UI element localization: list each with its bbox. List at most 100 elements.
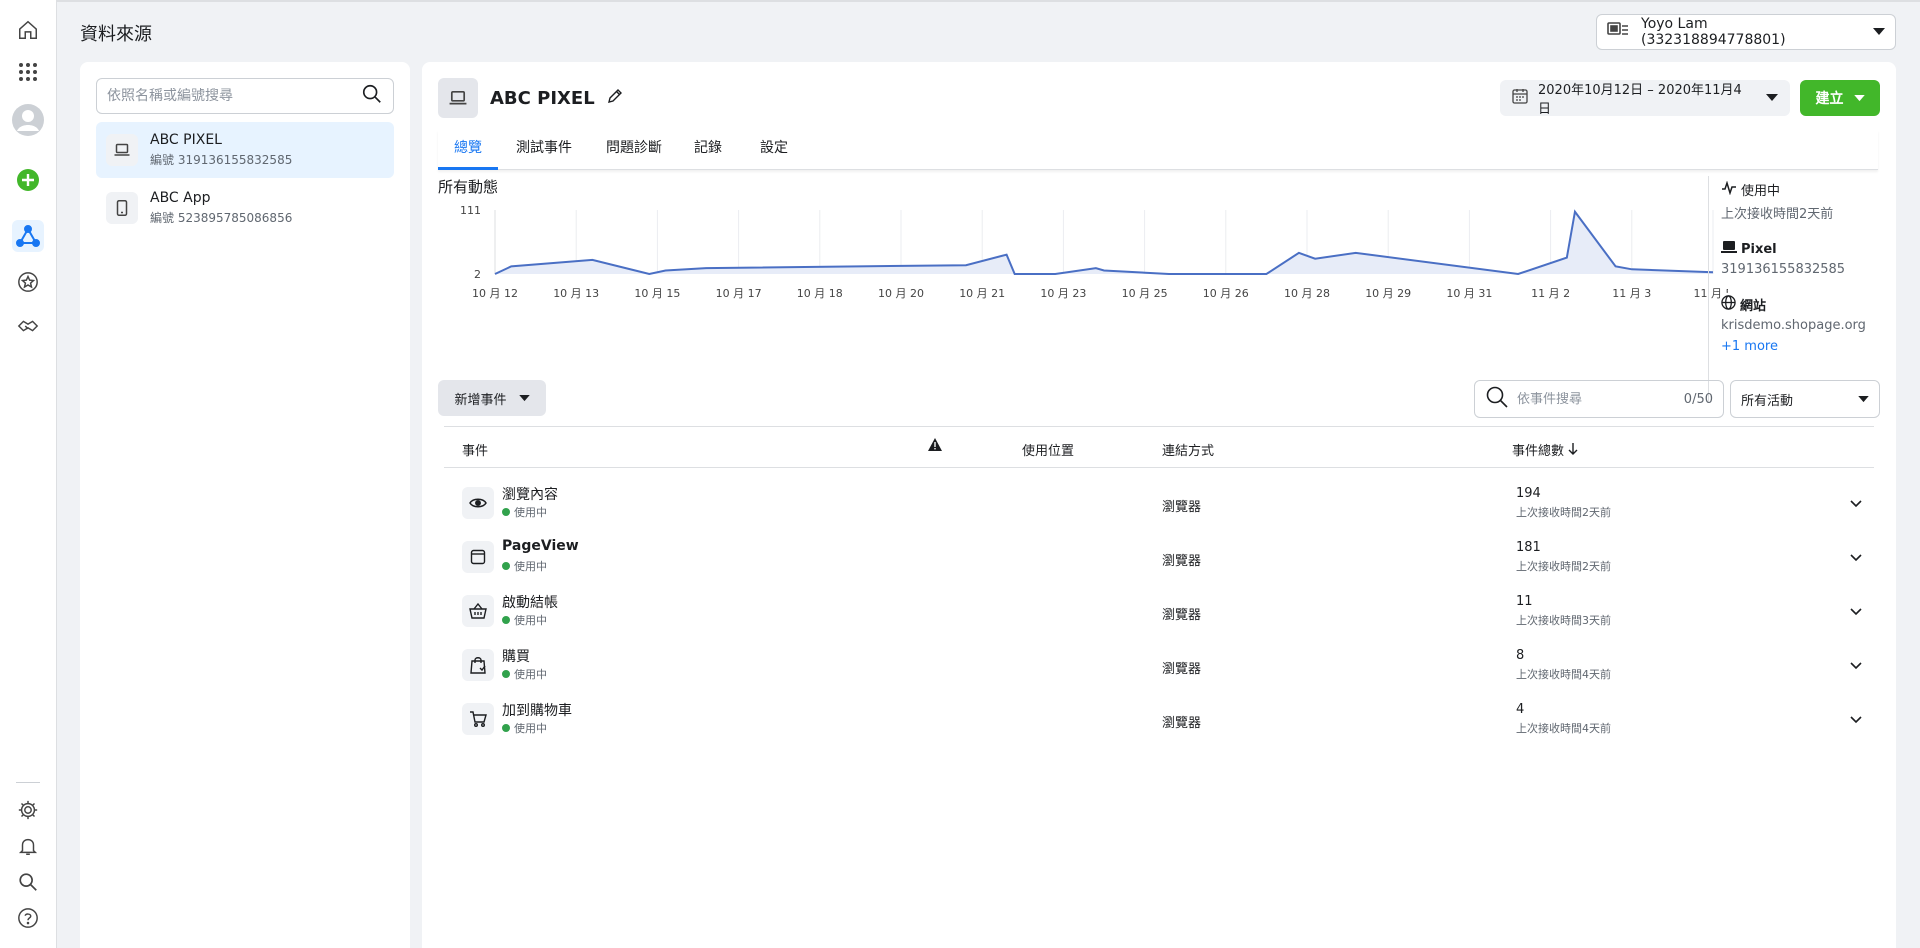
event-last-received: 上次接收時間2天前 — [1516, 506, 1611, 519]
status-dot — [502, 616, 510, 624]
event-status-text: 使用中 — [514, 614, 547, 627]
source-search-input[interactable] — [107, 88, 361, 104]
event-total: 11 — [1516, 594, 1533, 609]
search-icon[interactable] — [12, 866, 44, 898]
tab-overview[interactable]: 總覽 — [438, 130, 498, 170]
account-name: Yoyo Lam (332318894778801) — [1641, 16, 1786, 48]
table-row[interactable]: 啟動結帳 使用中 瀏覽器 11 上次接收時間3天前 — [444, 584, 1874, 638]
event-connection: 瀏覽器 — [1162, 500, 1202, 515]
table-row[interactable]: 瀏覽內容 使用中 瀏覽器 194 上次接收時間2天前 — [444, 476, 1874, 530]
column-total-label: 事件總數 — [1512, 444, 1565, 459]
pixel-id: 319136155832585 — [1721, 262, 1846, 277]
chevron-down-icon[interactable] — [1844, 708, 1868, 732]
status-dot — [502, 562, 510, 570]
source-name: ABC App — [150, 190, 211, 206]
column-connection[interactable]: 連結方式 — [1162, 440, 1214, 459]
more-link[interactable]: +1 more — [1721, 339, 1896, 354]
handshake-icon[interactable] — [12, 310, 44, 342]
tab-test-events[interactable]: 測試事件 — [514, 130, 574, 170]
page-title: 資料來源 — [80, 24, 152, 45]
phone-icon — [106, 192, 138, 224]
source-item-abc-app[interactable]: ABC App 編號 523895785086856 — [96, 180, 394, 236]
tab-settings[interactable]: 設定 — [754, 130, 794, 170]
chevron-down-icon[interactable] — [1844, 492, 1868, 516]
event-status-text: 使用中 — [514, 506, 547, 519]
help-icon[interactable] — [12, 902, 44, 934]
series-line — [494, 209, 1714, 276]
business-account-icon — [1607, 21, 1629, 43]
apps-grid-icon[interactable] — [12, 56, 44, 88]
event-last-received: 上次接收時間4天前 — [1516, 668, 1611, 681]
bell-icon[interactable] — [12, 830, 44, 862]
create-button[interactable]: 建立 — [1800, 80, 1880, 116]
event-total: 181 — [1516, 540, 1541, 555]
create-label: 建立 — [1815, 91, 1844, 107]
event-status-text: 使用中 — [514, 560, 547, 573]
source-search[interactable] — [96, 78, 394, 114]
chevron-down-icon[interactable] — [1844, 600, 1868, 624]
event-connection: 瀏覽器 — [1162, 554, 1202, 569]
date-range-text: 2020年10月12日 – 2020年11月4日 — [1538, 83, 1742, 117]
avatar[interactable] — [12, 104, 44, 136]
tab-history[interactable]: 記錄 — [688, 130, 728, 170]
event-total: 8 — [1516, 648, 1525, 663]
event-name: 購買 — [502, 649, 530, 665]
edit-pencil-icon[interactable] — [607, 88, 623, 108]
laptop-icon — [1721, 240, 1737, 258]
chevron-down-icon[interactable] — [1844, 546, 1868, 570]
pixel-heading: Pixel — [1721, 240, 1896, 258]
add-circle-icon[interactable] — [12, 164, 44, 196]
status-last-received: 上次接收時間2天前 — [1721, 207, 1834, 222]
gear-icon[interactable] — [12, 794, 44, 826]
warning-icon — [928, 438, 942, 455]
date-range-picker[interactable]: 2020年10月12日 – 2020年11月4日 — [1500, 80, 1790, 117]
event-search[interactable]: 0/50 — [1474, 380, 1724, 418]
activity-filter-select[interactable]: 所有活動 — [1730, 380, 1880, 418]
chart-title: 所有動態 — [438, 178, 499, 196]
source-item-abc-pixel[interactable]: ABC PIXEL 編號 319136155832585 — [96, 122, 394, 178]
event-status: 使用中 — [502, 612, 547, 628]
pixel-title: ABC PIXEL — [490, 87, 595, 109]
table-row[interactable]: PageView 使用中 瀏覽器 181 上次接收時間2天前 — [444, 530, 1874, 584]
x-tick-label: 10 月 15 — [634, 287, 680, 300]
x-tick-label: 11 月 3 — [1612, 287, 1651, 300]
add-event-button[interactable]: 新增事件 — [438, 380, 546, 416]
x-tick-label: 10 月 12 — [472, 287, 518, 300]
table-row[interactable]: 購買 使用中 瀏覽器 8 上次接收時間4天前 — [444, 638, 1874, 692]
caret-down-icon — [1766, 91, 1778, 106]
star-circle-icon[interactable] — [12, 266, 44, 298]
event-connection: 瀏覽器 — [1162, 608, 1202, 623]
event-name: 加到購物車 — [502, 703, 572, 719]
events-manager-icon[interactable] — [12, 220, 44, 252]
y-tick-label: 111 — [460, 204, 481, 217]
globe-icon — [1721, 295, 1736, 314]
calendar-icon — [1512, 88, 1528, 108]
website-label: 網站 — [1740, 299, 1767, 314]
events-table-header: 事件 使用位置 連結方式 事件總數 — [444, 426, 1874, 468]
sources-panel: ABC PIXEL 編號 319136155832585 ABC App 編號 … — [80, 62, 410, 948]
activity-filter-value: 所有活動 — [1741, 393, 1794, 409]
pixel-status-panel: 使用中 上次接收時間2天前 Pixel 319136155832585 網站 k… — [1708, 176, 1896, 402]
website-heading: 網站 — [1721, 295, 1896, 314]
source-id: 編號 319136155832585 — [150, 153, 293, 167]
event-status-text: 使用中 — [514, 722, 547, 735]
event-search-input[interactable] — [1517, 391, 1676, 407]
home-icon[interactable] — [12, 14, 44, 46]
tab-diagnostics[interactable]: 問題診斷 — [604, 130, 664, 170]
event-status: 使用中 — [502, 558, 547, 574]
account-selector[interactable]: Yoyo Lam (332318894778801) — [1596, 14, 1896, 50]
column-total[interactable]: 事件總數 — [1512, 440, 1578, 459]
status-dot — [502, 724, 510, 732]
event-last-received: 上次接收時間4天前 — [1516, 722, 1611, 735]
pixel-header: ABC PIXEL — [438, 78, 623, 118]
event-connection: 瀏覽器 — [1162, 716, 1202, 731]
column-event[interactable]: 事件 — [462, 440, 488, 459]
event-status-text: 使用中 — [514, 668, 547, 681]
table-row[interactable]: 加到購物車 使用中 瀏覽器 4 上次接收時間4天前 — [444, 692, 1874, 746]
chevron-down-icon[interactable] — [1844, 654, 1868, 678]
activity-chart: 111 2 10 月 12 10 月 13 10 月 15 10 月 17 10 月 18 1… — [460, 204, 1728, 300]
pixel-tabs: 總覽 測試事件 問題診斷 記錄 設定 — [438, 130, 1878, 170]
column-location[interactable]: 使用位置 — [1022, 440, 1074, 459]
page-icon — [462, 541, 494, 573]
search-icon[interactable] — [361, 83, 383, 109]
